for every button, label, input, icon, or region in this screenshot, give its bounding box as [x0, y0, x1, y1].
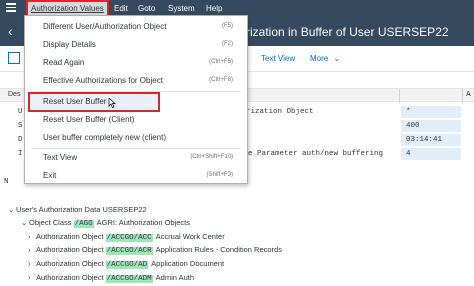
object-class-code: /AGG: [73, 220, 94, 228]
menu-system[interactable]: System: [168, 2, 195, 15]
menu-item-shortcut: (F5): [222, 23, 233, 29]
row-value: 03:14:41: [401, 134, 461, 146]
row-value: *: [401, 106, 461, 118]
row-value: 400: [401, 120, 461, 132]
menu-item-label: Exit: [43, 171, 57, 180]
chevron-down-icon: ⌄: [333, 54, 341, 63]
tree-auth-object[interactable]: › Authorization Object /ACCGO/ACR Applicat…: [28, 244, 282, 256]
row-text: rization Object: [246, 108, 314, 116]
more-button[interactable]: More ⌄: [310, 54, 340, 63]
auth-object-code: /ACCGO/ACR: [105, 247, 153, 255]
menu-item-different-user[interactable]: Different User/Authorization Object (F5): [25, 18, 247, 36]
tree-root-label: User's Authorization Data USERSEP22: [16, 205, 147, 214]
menu-item-label: Reset User Buffer (Client): [43, 115, 135, 124]
menu-item-label: Effective Authorizations for Object: [43, 76, 163, 85]
auth-object-desc: Application Rules - Condition Records: [155, 245, 282, 254]
menu-item-read-again[interactable]: Read Again (Ctrl+F5): [25, 54, 247, 72]
menu-edit[interactable]: Edit: [114, 2, 128, 15]
page-title: rization in Buffer of User USERSEP22: [246, 25, 449, 39]
menu-item-label: Read Again: [43, 58, 85, 67]
menu-item-label: User buffer completely new (client): [43, 133, 167, 142]
object-class-desc: AGRI: Authorization Objects: [96, 218, 191, 227]
menu-goto[interactable]: Goto: [138, 2, 155, 15]
expand-right-icon[interactable]: ›: [28, 231, 36, 243]
menu-item-reset-user-buffer[interactable]: Reset User Buffer: [28, 92, 160, 112]
menu-item-label: Display Details: [43, 40, 96, 49]
authorization-values-dropdown: Different User/Authorization Object (F5)…: [24, 15, 248, 184]
row-text: e Parameter auth/new buffering: [248, 150, 384, 158]
tree-root[interactable]: ⌄ User's Authorization Data USERSEP22: [8, 204, 147, 216]
menu-item-shortcut: (Ctrl+F5): [209, 59, 233, 65]
auth-object-desc: Application Document: [151, 259, 225, 268]
menu-item-exit[interactable]: Exit (Shift+F3): [25, 167, 247, 185]
expand-right-icon[interactable]: ›: [28, 258, 36, 270]
menu-bar: Authorization Values Edit Goto System He…: [0, 0, 474, 17]
mouse-pointer-icon: [108, 98, 116, 108]
auth-object-code: /ACCGO/ADM: [105, 275, 153, 283]
menu-item-shortcut: (F2): [222, 41, 233, 47]
tree-auth-object[interactable]: › Authorization Object /ACCGO/AD Applicati…: [28, 258, 224, 270]
menu-item-display-details[interactable]: Display Details (F2): [25, 36, 247, 54]
row-prefix: D: [18, 136, 23, 144]
expand-right-icon[interactable]: ›: [28, 244, 36, 256]
menu-item-label: Reset User Buffer: [43, 97, 107, 106]
row-prefix: N: [4, 178, 9, 186]
menu-item-shortcut: (Ctrl+Shift+F10): [190, 154, 233, 160]
column-header-a[interactable]: A: [466, 91, 471, 98]
menu-item-effective-authorizations[interactable]: Effective Authorizations for Object (Ctr…: [25, 72, 247, 90]
menu-authorization-values[interactable]: Authorization Values: [26, 0, 109, 17]
back-arrow-icon[interactable]: ‹: [8, 24, 13, 38]
row-prefix: I: [18, 150, 23, 158]
row-prefix: S: [18, 122, 23, 130]
auth-object-label: Authorization Object: [36, 232, 104, 241]
expand-down-icon[interactable]: ⌄: [8, 204, 16, 216]
column-divider: [462, 89, 463, 103]
menu-item-label: Different User/Authorization Object: [43, 22, 167, 31]
auth-object-label: Authorization Object: [36, 259, 104, 268]
expand-right-icon[interactable]: ›: [28, 272, 36, 284]
menu-item-text-view[interactable]: Text View (Ctrl+Shift+F10): [25, 149, 247, 167]
toolbar-icon[interactable]: [8, 52, 20, 64]
menu-item-reset-user-buffer-client[interactable]: Reset User Buffer (Client): [25, 111, 247, 129]
expand-down-icon[interactable]: ⌄: [21, 217, 29, 229]
tree-auth-object[interactable]: › Authorization Object /ACCGO/ADM Admin Au…: [28, 272, 194, 284]
menu-separator: [31, 91, 241, 92]
row-prefix: U: [18, 108, 23, 116]
text-view-button[interactable]: Text View: [261, 54, 295, 63]
auth-object-label: Authorization Object: [36, 245, 104, 254]
auth-object-code: /ACCGO/AD: [105, 261, 149, 269]
hamburger-menu-icon[interactable]: [6, 3, 16, 12]
menu-item-shortcut: (Ctrl+F8): [209, 77, 233, 83]
menu-item-user-buffer-new[interactable]: User buffer completely new (client): [25, 129, 247, 147]
auth-object-label: Authorization Object: [36, 273, 104, 282]
tree-auth-object[interactable]: › Authorization Object /ACCGO/ACC Accrual …: [28, 231, 225, 243]
menu-item-label: Text View: [43, 153, 78, 162]
column-header-description[interactable]: Des: [8, 91, 20, 98]
tree-object-class[interactable]: ⌄ Object Class /AGG AGRI: Authorization Ob…: [21, 217, 190, 229]
auth-object-desc: Accrual Work Center: [155, 232, 225, 241]
row-value: 4: [401, 148, 461, 160]
more-label: More: [310, 54, 329, 63]
menu-help[interactable]: Help: [206, 2, 222, 15]
object-class-label: Object Class: [29, 218, 72, 227]
auth-object-code: /ACCGO/ACC: [105, 234, 153, 242]
column-divider: [399, 89, 400, 103]
menu-item-shortcut: (Shift+F3): [206, 172, 233, 178]
auth-object-desc: Admin Auth: [155, 273, 195, 282]
